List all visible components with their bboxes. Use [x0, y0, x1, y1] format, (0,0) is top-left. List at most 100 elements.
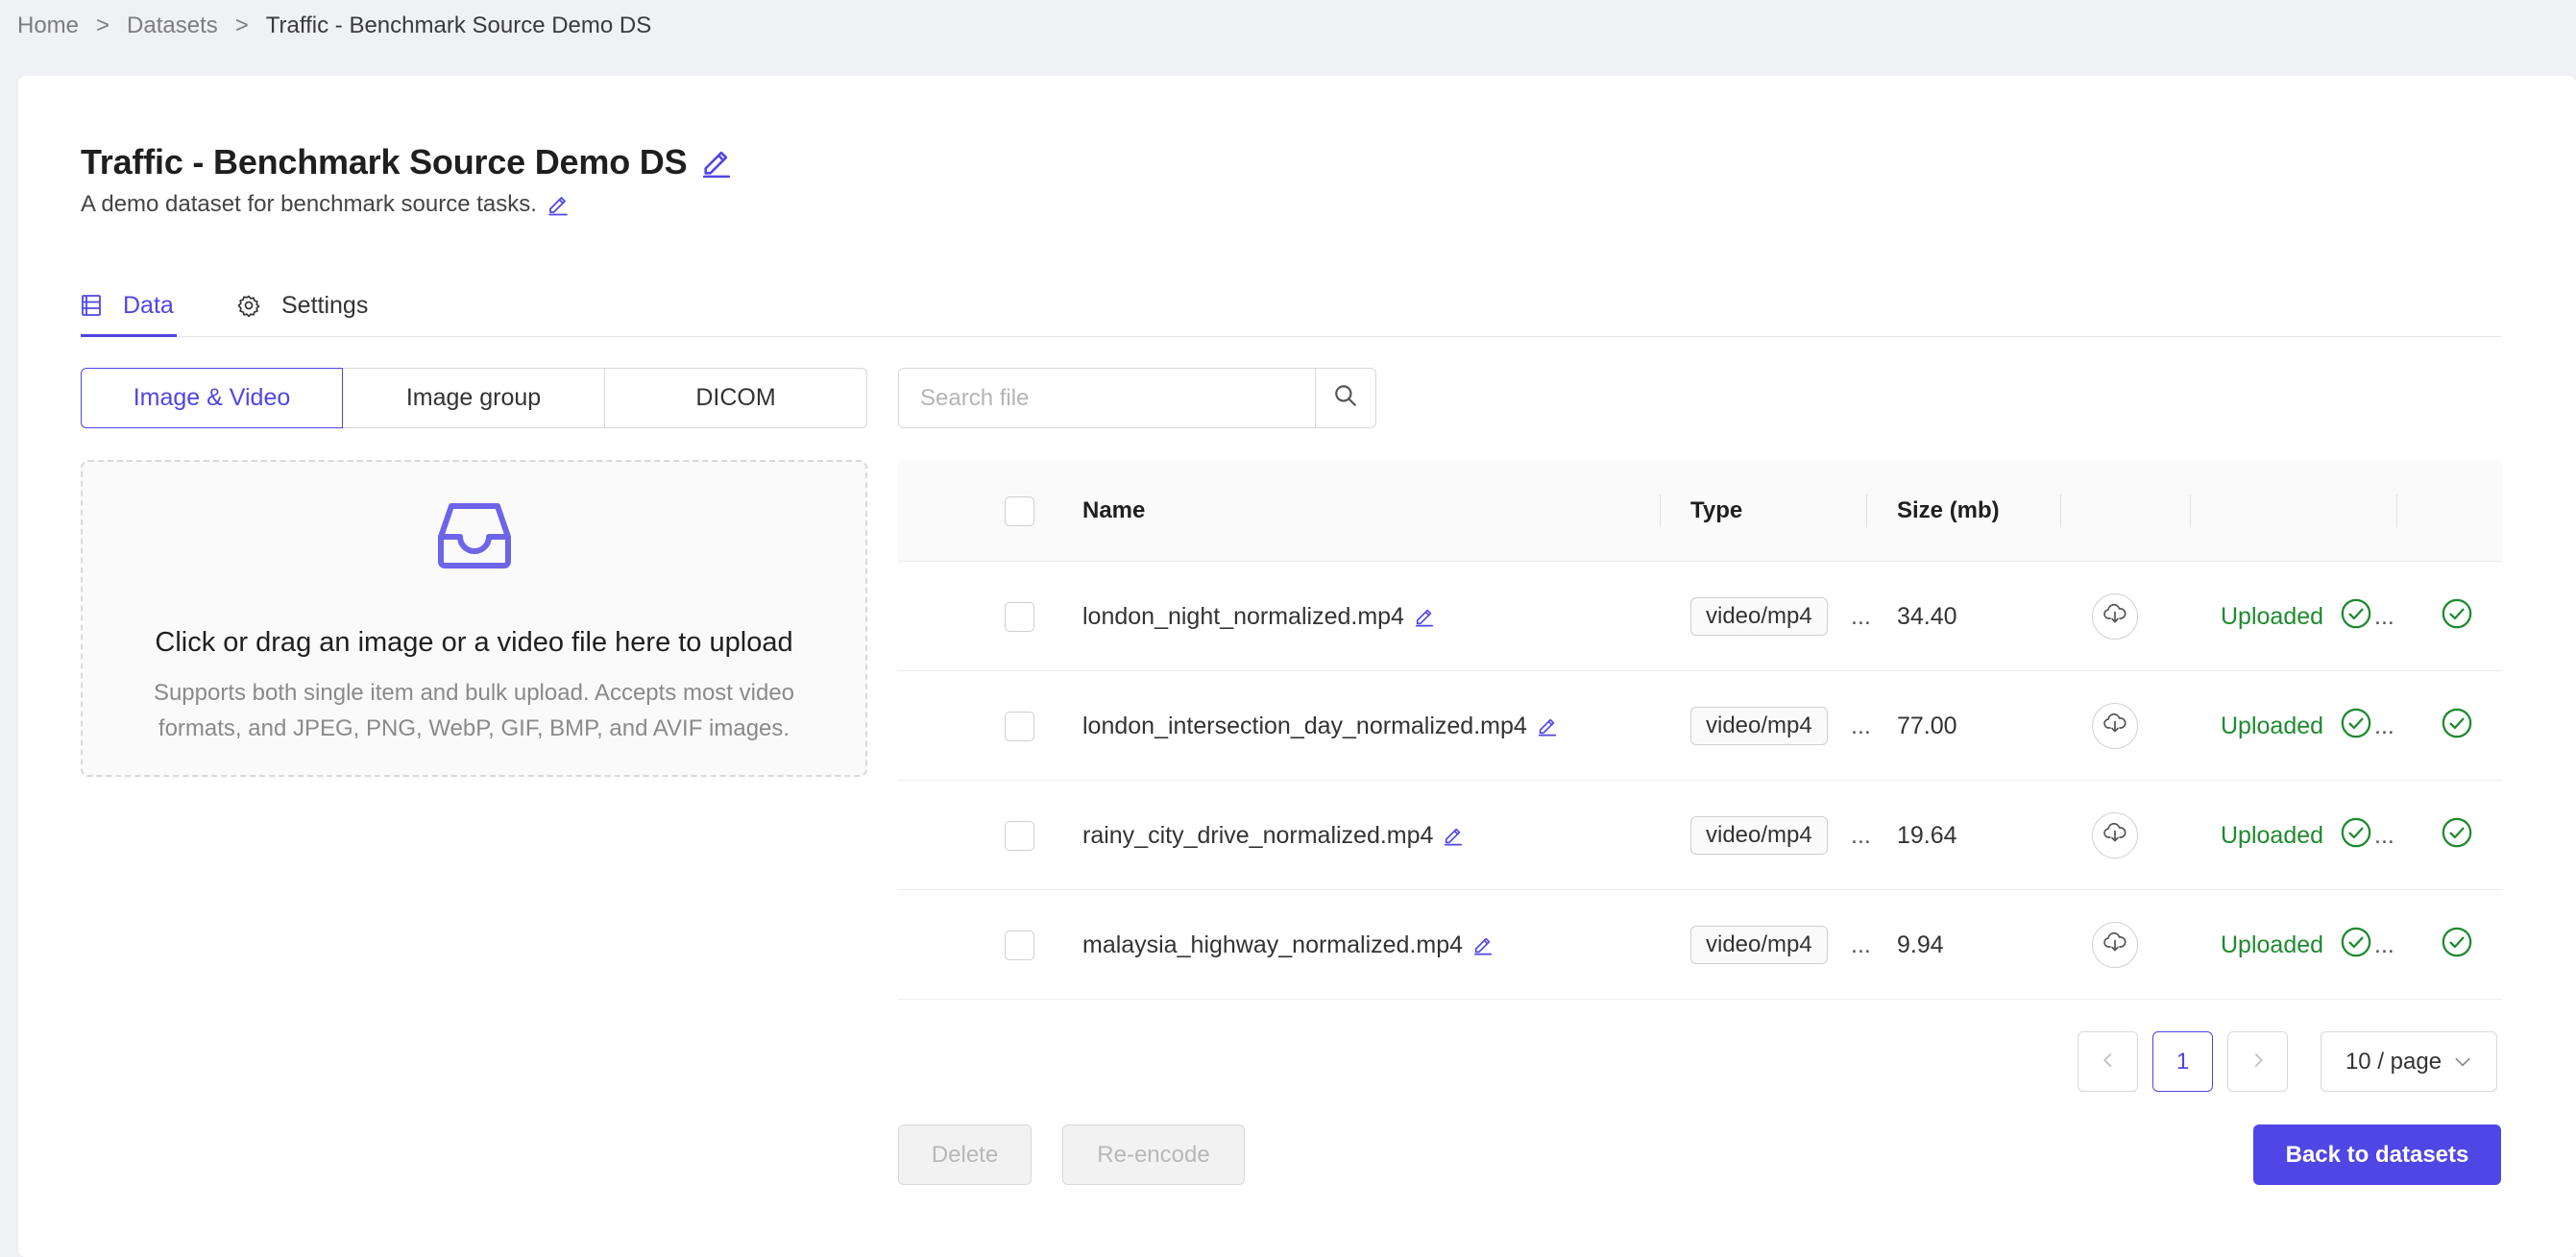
breadcrumb-datasets[interactable]: Datasets — [127, 12, 218, 39]
chevron-left-icon — [2100, 1049, 2117, 1076]
dropzone-title: Click or drag an image or a video file h… — [155, 627, 793, 658]
download-cell — [2092, 562, 2138, 671]
table-row: rainy_city_drive_normalized.mp4 video/mp… — [898, 781, 2502, 890]
search-button[interactable] — [1316, 368, 1376, 428]
type-overflow-ellipsis: ... — [1851, 602, 1871, 630]
pagination: 1 10 / page — [2078, 1031, 2497, 1092]
download-button[interactable] — [2092, 703, 2138, 749]
file-type-cell: video/mp4 — [1690, 671, 1828, 781]
file-name: rainy_city_drive_normalized.mp4 — [1082, 821, 1434, 849]
table-row: london_intersection_day_normalized.mp4 v… — [898, 671, 2502, 781]
row-checkbox[interactable] — [1005, 820, 1034, 851]
tab-data[interactable]: Data — [81, 274, 177, 337]
upload-status: Uploaded — [2221, 821, 2324, 849]
cloud-download-icon — [2103, 822, 2126, 850]
status-cell — [2340, 890, 2372, 1000]
file-type-tag: video/mp4 — [1690, 597, 1828, 636]
upload-dropzone[interactable]: Click or drag an image or a video file h… — [81, 460, 867, 777]
database-icon — [81, 294, 102, 317]
page-number-1[interactable]: 1 — [2152, 1031, 2213, 1092]
column-divider — [1660, 495, 1661, 527]
edit-title-icon[interactable] — [700, 146, 733, 179]
search-input[interactable] — [898, 368, 1316, 428]
tab-data-label: Data — [123, 291, 174, 319]
file-type-cell: video/mp4 — [1690, 562, 1828, 671]
page-size-select[interactable]: 10 / page — [2321, 1031, 2497, 1092]
file-size: 9.94 — [1897, 931, 1944, 958]
file-type-tag: video/mp4 — [1690, 816, 1828, 855]
download-cell — [2092, 671, 2138, 781]
check-circle-icon — [2340, 707, 2372, 746]
delete-button[interactable]: Delete — [898, 1124, 1032, 1185]
tab-bar: Data Settings — [81, 274, 2501, 337]
final-status-cell — [2441, 562, 2473, 671]
dropzone-hint: Supports both single item and bulk uploa… — [153, 680, 795, 741]
upload-status: Uploaded — [2221, 712, 2324, 739]
files-table: Name Type Size (mb) london_night_normali… — [898, 460, 2502, 1000]
next-page-button[interactable] — [2227, 1031, 2288, 1092]
file-size: 34.40 — [1897, 602, 1957, 630]
status-overflow-ellipsis: ... — [2374, 821, 2394, 849]
upload-type-dicom[interactable]: DICOM — [604, 368, 867, 428]
row-select-cell — [1005, 890, 1034, 1000]
check-circle-icon — [2340, 597, 2372, 637]
cloud-download-icon — [2103, 603, 2126, 631]
cloud-download-icon — [2103, 931, 2126, 959]
chevron-right-icon — [2249, 1049, 2267, 1076]
breadcrumb-home[interactable]: Home — [17, 12, 79, 39]
dataset-description: A demo dataset for benchmark source task… — [81, 191, 537, 217]
file-name: london_intersection_day_normalized.mp4 — [1082, 712, 1527, 739]
column-divider — [2190, 495, 2191, 527]
status-cell — [2340, 562, 2372, 671]
check-circle-icon — [2340, 816, 2372, 856]
row-select-cell — [1005, 671, 1034, 781]
breadcrumb-current: Traffic - Benchmark Source Demo DS — [265, 12, 652, 38]
edit-file-name-icon[interactable] — [1414, 606, 1435, 627]
column-header-size[interactable]: Size (mb) — [1897, 460, 2000, 562]
download-button[interactable] — [2092, 922, 2138, 968]
download-button[interactable] — [2092, 812, 2138, 858]
back-to-datasets-button[interactable]: Back to datasets — [2253, 1124, 2501, 1185]
download-cell — [2092, 781, 2138, 890]
table-row: malaysia_highway_normalized.mp4 video/mp… — [898, 890, 2502, 1000]
title-row: Traffic - Benchmark Source Demo DS — [81, 142, 733, 182]
check-circle-icon — [2441, 926, 2473, 965]
status-overflow-ellipsis: ... — [2374, 712, 2394, 739]
file-size: 77.00 — [1897, 712, 1957, 739]
upload-type-image-group[interactable]: Image group — [342, 368, 605, 428]
upload-type-image-video[interactable]: Image & Video — [81, 368, 343, 428]
inbox-icon — [438, 500, 511, 574]
reencode-button[interactable]: Re-encode — [1062, 1124, 1245, 1185]
column-divider — [1866, 495, 1867, 527]
row-select-cell — [1005, 781, 1034, 890]
page-size-value: 10 / page — [2345, 1048, 2442, 1075]
select-all-checkbox[interactable] — [1005, 496, 1034, 526]
status-cell — [2340, 781, 2372, 890]
gear-icon — [237, 294, 260, 317]
column-header-name[interactable]: Name — [1082, 460, 1145, 562]
file-name-cell: rainy_city_drive_normalized.mp4 — [1082, 781, 1464, 890]
file-type-tag: video/mp4 — [1690, 926, 1828, 964]
edit-file-name-icon[interactable] — [1443, 825, 1464, 846]
edit-file-name-icon[interactable] — [1537, 715, 1558, 737]
final-status-cell — [2441, 890, 2473, 1000]
table-header: Name Type Size (mb) — [898, 460, 2502, 562]
column-divider — [2396, 495, 2397, 527]
row-checkbox[interactable] — [1005, 601, 1034, 632]
search-icon — [1333, 383, 1358, 413]
file-name-cell: london_intersection_day_normalized.mp4 — [1082, 671, 1558, 781]
download-button[interactable] — [2092, 593, 2138, 640]
select-all-cell — [1005, 460, 1034, 562]
row-checkbox[interactable] — [1005, 930, 1034, 960]
tab-settings[interactable]: Settings — [237, 274, 381, 337]
tab-ink-bar — [81, 334, 177, 337]
prev-page-button[interactable] — [2078, 1031, 2138, 1092]
edit-description-icon[interactable] — [547, 193, 570, 216]
row-checkbox[interactable] — [1005, 711, 1034, 741]
status-overflow-ellipsis: ... — [2374, 931, 2394, 958]
edit-file-name-icon[interactable] — [1472, 934, 1494, 955]
status-cell — [2340, 671, 2372, 781]
column-divider — [2060, 495, 2061, 527]
breadcrumb: Home > Datasets > Traffic - Benchmark So… — [17, 10, 651, 42]
column-header-type[interactable]: Type — [1690, 460, 1742, 562]
